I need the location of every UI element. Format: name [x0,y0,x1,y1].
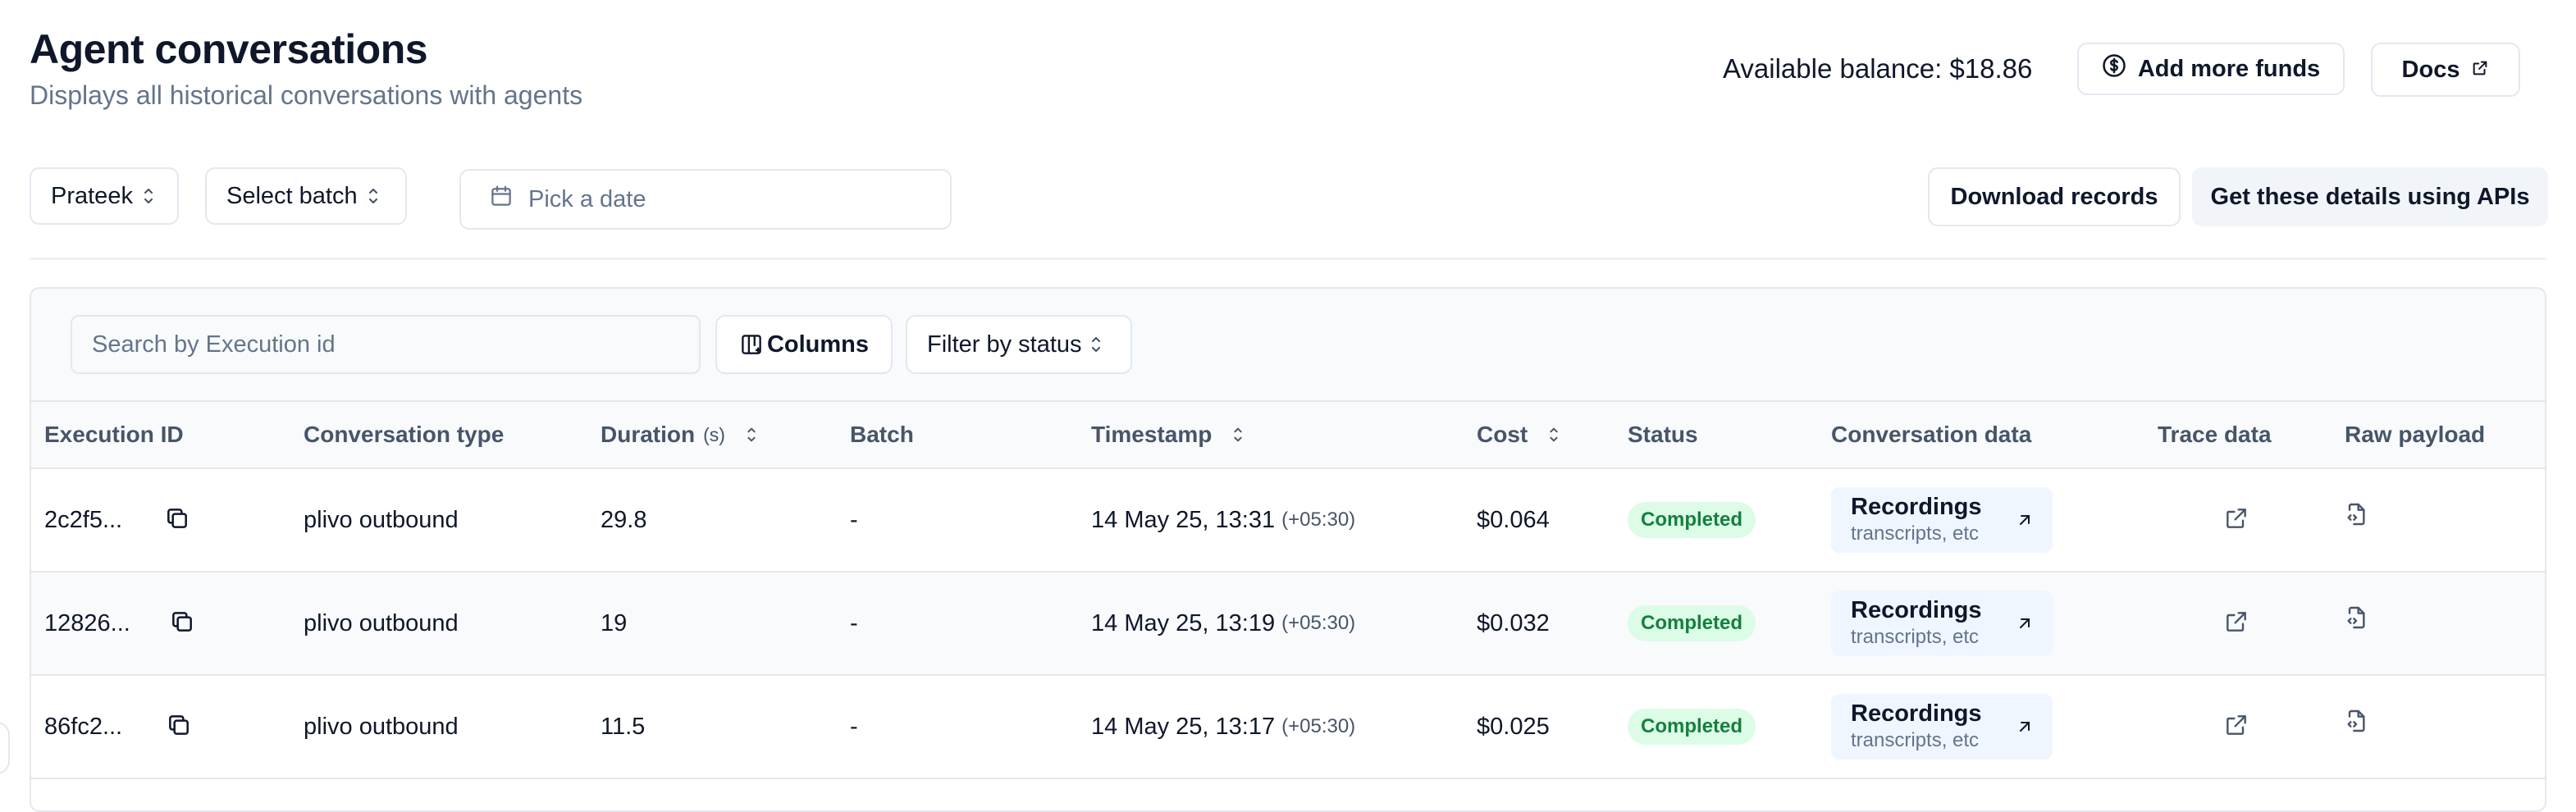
file-code-icon[interactable] [2343,604,2369,632]
status-badge: Completed [1628,502,1756,538]
recordings-link[interactable]: Recordings transcripts, etc [1831,487,2053,553]
sort-icon[interactable] [1231,426,1245,444]
section-divider [30,258,2546,260]
execution-id: 2c2f5... [44,506,123,533]
api-details-label: Get these details using APIs [2210,183,2530,210]
copy-icon[interactable] [164,505,190,536]
add-funds-button[interactable]: Add more funds [2077,43,2345,95]
batch-select[interactable]: Select batch [205,167,407,225]
sort-icon[interactable] [745,426,758,444]
calendar-icon [489,184,514,215]
col-cost[interactable]: Cost [1477,402,1560,468]
batch: - [850,609,858,636]
cost: $0.032 [1477,609,1550,636]
col-duration[interactable]: Duration (s) [601,402,758,468]
status-filter-label: Filter by status [927,331,1082,358]
col-conversation-type: Conversation type [304,422,505,447]
conversation-type: plivo outbound [304,609,459,636]
table-row: 86fc2... plivo outbound 11.5 - 14 May 25… [31,676,2545,779]
copy-icon[interactable] [166,712,192,742]
conversation-type: plivo outbound [304,506,459,533]
timestamp: 14 May 25, 13:17 (+05:30) [1091,713,1356,740]
col-batch: Batch [850,422,914,447]
page-title: Agent conversations [30,26,428,72]
docs-button[interactable]: Docs [2371,43,2520,97]
arrow-up-right-icon [2015,717,2035,741]
execution-id: 12826... [44,609,130,636]
table-header: Execution ID Conversation type Duration(… [31,402,2545,469]
conversations-table-panel: Columns Filter by status Execution ID Co… [30,287,2546,812]
table-toolbar: Columns Filter by status [31,289,2545,402]
columns-label: Columns [766,331,870,358]
duration: 19 [601,609,628,636]
recordings-link[interactable]: Recordings transcripts, etc [1831,591,2053,656]
api-details-button[interactable]: Get these details using APIs [2192,167,2548,226]
columns-button[interactable]: Columns [715,315,893,374]
add-funds-label: Add more funds [2137,55,2321,82]
status-filter-select[interactable]: Filter by status [906,315,1132,374]
dollar-circle-icon [2102,53,2126,84]
date-placeholder: Pick a date [528,185,646,212]
docs-label: Docs [2401,56,2460,83]
page-subtitle: Displays all historical conversations wi… [30,80,583,110]
agent-select[interactable]: Prateek [30,167,179,225]
batch: - [850,506,858,533]
col-status: Status [1628,422,1698,447]
external-link-icon [2471,57,2489,84]
collapse-handle[interactable] [0,722,10,774]
col-timestamp[interactable]: Timestamp [1091,402,1245,468]
timestamp: 14 May 25, 13:19 (+05:30) [1091,609,1356,636]
download-records-label: Download records [1950,183,2158,210]
col-raw-payload: Raw payload [2345,422,2486,447]
copy-icon[interactable] [169,609,195,639]
file-code-icon[interactable] [2343,707,2369,735]
cost: $0.025 [1477,713,1550,740]
file-code-icon[interactable] [2343,500,2369,528]
duration: 29.8 [601,506,647,533]
status-badge: Completed [1628,605,1756,641]
external-link-icon[interactable] [2223,505,2249,531]
date-picker[interactable]: Pick a date [459,169,952,230]
execution-id: 86fc2... [44,713,123,740]
chevrons-up-down-icon [141,186,156,206]
col-execution-id: Execution ID [44,422,184,447]
available-balance: Available balance: $18.86 [1723,53,2033,84]
agent-select-value: Prateek [51,182,133,209]
cost: $0.064 [1477,506,1550,533]
table-row: 2c2f5... plivo outbound 29.8 - 14 May 25… [31,469,2545,573]
search-input[interactable] [71,315,701,374]
col-conversation-data: Conversation data [1831,422,2032,447]
arrow-up-right-icon [2015,614,2035,637]
conversation-type: plivo outbound [304,713,459,740]
chevrons-up-down-icon [366,186,381,206]
sort-icon[interactable] [1547,426,1560,444]
columns-icon [739,332,764,357]
status-badge: Completed [1628,709,1756,745]
arrow-up-right-icon [2015,510,2035,534]
table-row: 12826... plivo outbound 19 - 14 May 25, … [31,573,2545,676]
external-link-icon[interactable] [2223,609,2249,635]
chevrons-up-down-icon [1089,335,1103,354]
download-records-button[interactable]: Download records [1928,167,2181,226]
duration: 11.5 [601,713,646,740]
batch-select-value: Select batch [226,182,358,209]
col-trace-data: Trace data [2158,422,2272,447]
recordings-link[interactable]: Recordings transcripts, etc [1831,694,2053,760]
batch: - [850,713,858,740]
external-link-icon[interactable] [2223,712,2249,738]
timestamp: 14 May 25, 13:31 (+05:30) [1091,506,1356,533]
